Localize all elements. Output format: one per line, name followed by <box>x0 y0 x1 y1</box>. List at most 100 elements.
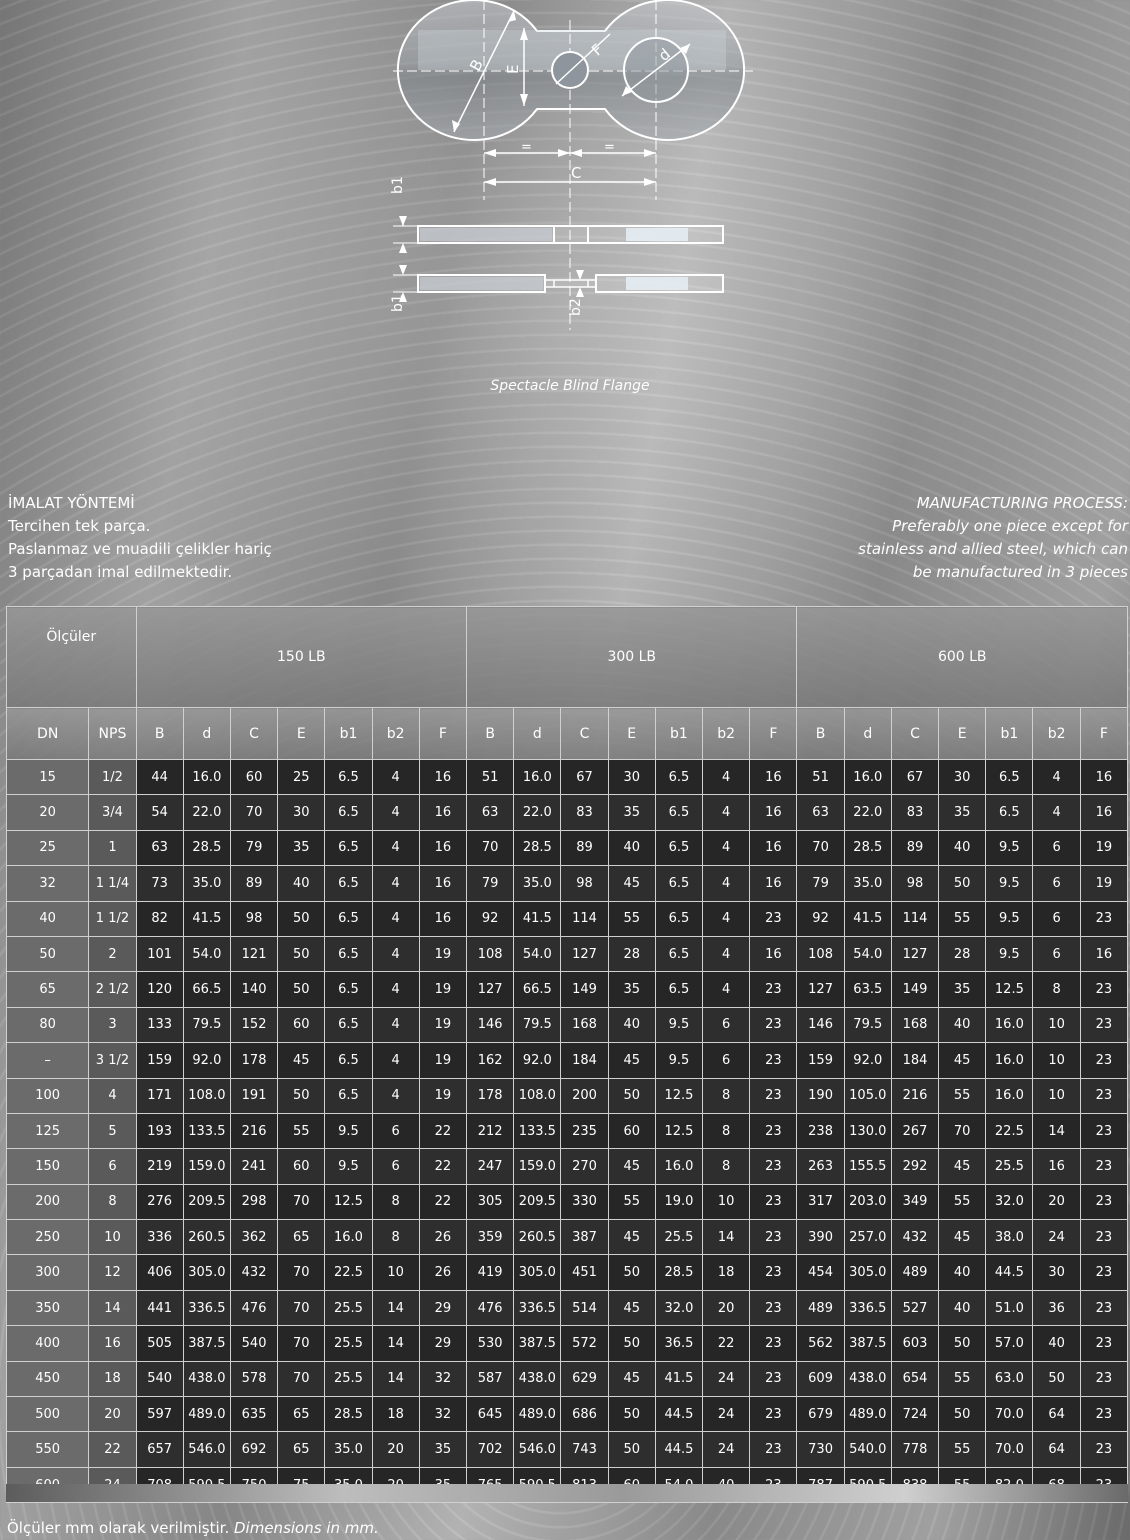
value-cell: 146 <box>466 1006 515 1044</box>
column-header: b2 <box>702 707 751 760</box>
spectacle-blind-flange-diagram: B E F d = = C b1 b1 b2 <box>390 0 754 330</box>
dn-cell: – <box>5 1042 90 1079</box>
diagram-caption: Spectacle Blind Flange <box>490 378 650 394</box>
value-cell: 70 <box>796 829 845 867</box>
value-cell: 114 <box>890 900 940 937</box>
value-cell: 387 <box>560 1219 609 1256</box>
value-cell: 16 <box>418 829 468 867</box>
value-cell: 23 <box>749 971 798 1008</box>
mfg-tr-line: Tercihen tek parça. <box>8 517 151 535</box>
label-b1-bottom: b1 <box>390 294 406 312</box>
value-cell: 489.0 <box>513 1396 562 1433</box>
value-cell: 30 <box>277 794 326 831</box>
value-cell: 89 <box>560 829 609 867</box>
value-cell: 159.0 <box>182 1148 231 1185</box>
value-cell: 30 <box>938 758 987 796</box>
column-header: d <box>843 707 892 760</box>
column-header: d <box>182 707 231 760</box>
value-cell: 50 <box>607 1254 656 1291</box>
value-cell: 4 <box>702 758 751 796</box>
footnote-en: Dimensions in mm. <box>234 1519 379 1537</box>
value-cell: 44.5 <box>654 1396 704 1433</box>
value-cell: 108 <box>466 935 515 973</box>
value-cell: 23 <box>749 1183 798 1221</box>
dn-cell: 15 <box>5 758 90 796</box>
value-cell: 98 <box>890 865 940 902</box>
value-cell: 50 <box>277 935 326 973</box>
value-cell: 432 <box>229 1254 279 1291</box>
value-cell: 546.0 <box>513 1431 562 1468</box>
value-cell: 29 <box>418 1289 468 1327</box>
value-cell: 60 <box>277 1006 326 1044</box>
nps-cell: 6 <box>88 1148 137 1185</box>
mfg-en-line: Preferably one piece except for <box>892 517 1128 535</box>
value-cell: 679 <box>796 1396 845 1433</box>
value-cell: 330 <box>560 1183 609 1221</box>
value-cell: 127 <box>560 935 609 973</box>
value-cell: 16 <box>749 794 798 831</box>
value-cell: 4 <box>371 829 420 867</box>
mfg-en-line: be manufactured in 3 pieces <box>912 563 1128 581</box>
value-cell: 178 <box>229 1042 279 1079</box>
value-cell: 14 <box>702 1219 751 1256</box>
value-cell: 209.5 <box>513 1183 562 1221</box>
dn-cell: 80 <box>5 1006 90 1044</box>
value-cell: 159.0 <box>513 1148 562 1185</box>
value-cell: 140 <box>229 971 279 1008</box>
value-cell: 92.0 <box>513 1042 562 1079</box>
value-cell: 19 <box>418 1006 468 1044</box>
value-cell: 23 <box>749 1360 798 1398</box>
value-cell: 8 <box>702 1077 751 1114</box>
value-cell: 55 <box>277 1112 326 1150</box>
value-cell: 54.0 <box>182 935 231 973</box>
value-cell: 8 <box>702 1148 751 1185</box>
value-cell: 23 <box>1079 1042 1129 1079</box>
value-cell: 419 <box>466 1254 515 1291</box>
value-cell: 32 <box>418 1396 468 1433</box>
value-cell: 12.5 <box>324 1183 373 1221</box>
value-cell: 127 <box>466 971 515 1008</box>
value-cell: 50 <box>607 1431 656 1468</box>
value-cell: 9.5 <box>985 935 1034 973</box>
nps-cell: 1 1/2 <box>88 900 137 937</box>
group-header-600lb: 600 LB <box>796 606 1128 708</box>
value-cell: 133.5 <box>182 1112 231 1150</box>
value-cell: 451 <box>560 1254 609 1291</box>
value-cell: 66.5 <box>182 971 231 1008</box>
value-cell: 23 <box>1079 1289 1129 1327</box>
value-cell: 16.0 <box>985 1077 1034 1114</box>
group-header-300lb: 300 LB <box>466 606 798 708</box>
value-cell: 212 <box>466 1112 515 1150</box>
value-cell: 4 <box>371 1042 420 1079</box>
value-cell: 6 <box>1032 865 1081 902</box>
nps-cell: 1 <box>88 829 137 867</box>
value-cell: 63.5 <box>843 971 892 1008</box>
value-cell: 657 <box>135 1431 184 1468</box>
value-cell: 24 <box>702 1360 751 1398</box>
column-header: E <box>607 707 656 760</box>
bottom-bar <box>6 1484 1128 1502</box>
value-cell: 149 <box>560 971 609 1008</box>
value-cell: 19.0 <box>654 1183 704 1221</box>
value-cell: 40 <box>938 1006 987 1044</box>
value-cell: 64 <box>1032 1396 1081 1433</box>
value-cell: 743 <box>560 1431 609 1468</box>
value-cell: 41.5 <box>843 900 892 937</box>
value-cell: 6.5 <box>324 758 373 796</box>
value-cell: 19 <box>418 1077 468 1114</box>
value-cell: 55 <box>938 900 987 937</box>
value-cell: 65 <box>277 1219 326 1256</box>
value-cell: 6.5 <box>654 971 704 1008</box>
value-cell: 50 <box>607 1325 656 1362</box>
value-cell: 4 <box>371 794 420 831</box>
value-cell: 336.5 <box>513 1289 562 1327</box>
value-cell: 41.5 <box>182 900 231 937</box>
value-cell: 70 <box>466 829 515 867</box>
value-cell: 645 <box>466 1396 515 1433</box>
value-cell: 6 <box>1032 900 1081 937</box>
label-b1-top: b1 <box>390 176 406 194</box>
column-header: B <box>135 707 184 760</box>
value-cell: 16.0 <box>843 758 892 796</box>
label-eq-right: = <box>604 140 615 155</box>
value-cell: 16.0 <box>324 1219 373 1256</box>
